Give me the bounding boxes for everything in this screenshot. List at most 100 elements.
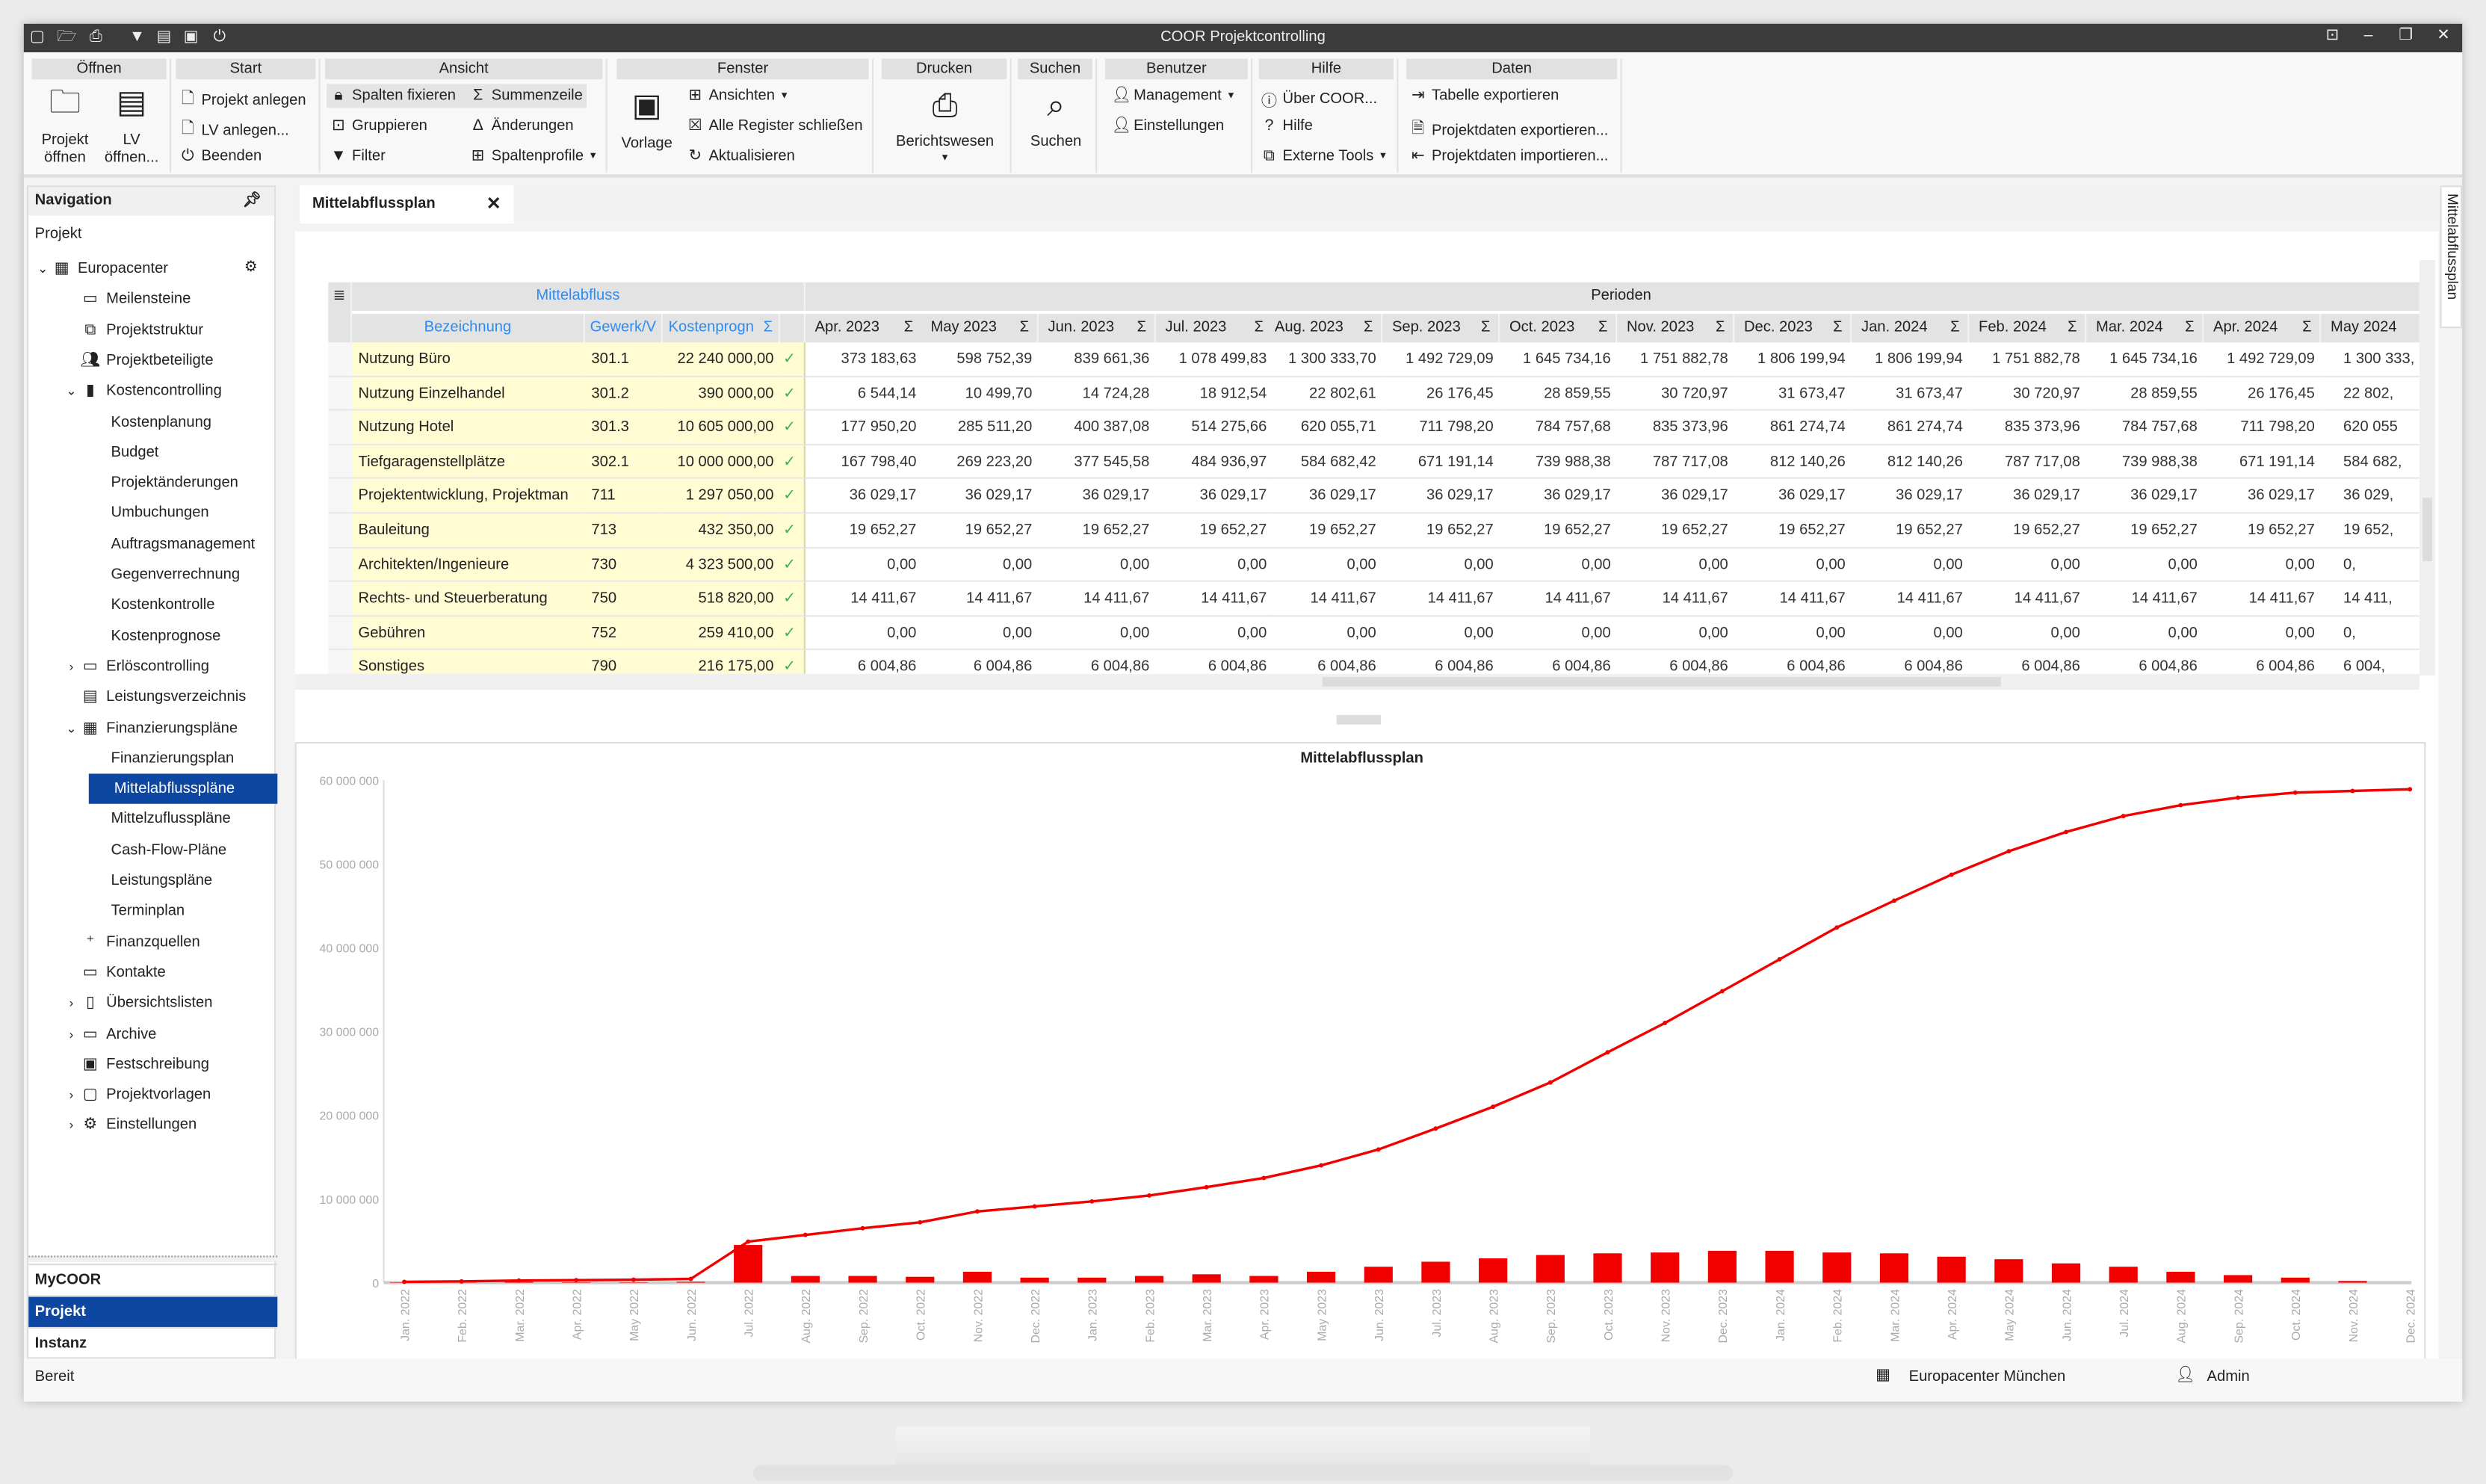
cell-bezeichnung[interactable]: Tiefgaragenstellplätze <box>352 445 585 480</box>
cell-period-value[interactable]: 0,00 <box>1852 548 1970 583</box>
cell-period-value[interactable]: 14 411,67 <box>1852 582 1970 616</box>
cell-period-value[interactable]: 177 950,20 <box>805 411 923 445</box>
cell-period-value[interactable]: 861 274,74 <box>1734 411 1852 445</box>
cell-period-value[interactable]: 14 411,67 <box>1500 582 1618 616</box>
cell-period-value[interactable]: 0,00 <box>1617 616 1735 651</box>
cell-kostenprognose[interactable]: 259 410,00 <box>662 616 780 651</box>
cell-period-value[interactable]: 598 752,39 <box>921 342 1039 377</box>
cell-period-value[interactable]: 14 411,67 <box>1617 582 1735 616</box>
cell-period-value[interactable]: 620 055 <box>2321 411 2419 445</box>
sigma-icon[interactable]: Σ <box>1020 314 1029 342</box>
cell-period-value[interactable]: 36 029,17 <box>805 480 923 514</box>
chevron-right-icon[interactable]: › <box>64 1110 79 1140</box>
chevron-right-icon[interactable]: › <box>64 1080 79 1110</box>
pin-icon[interactable]: 📌︎ <box>243 192 262 209</box>
cell-period-value[interactable]: 10 499,70 <box>921 377 1039 411</box>
cell-period-value[interactable]: 0,00 <box>1617 548 1735 583</box>
cell-period-value[interactable]: 36 029,17 <box>1038 480 1156 514</box>
berichtswesen-button[interactable]: ⎙ Berichtswesen ▼ <box>882 87 1009 168</box>
filter-button[interactable]: ▼ Filter <box>330 147 385 164</box>
cell-period-value[interactable]: 26 176,45 <box>1382 377 1500 411</box>
cell-kostenprognose[interactable]: 518 820,00 <box>662 582 780 616</box>
splitter-handle[interactable] <box>28 1255 278 1262</box>
cell-period-value[interactable]: 0,00 <box>1265 548 1383 583</box>
period-header[interactable]: Apr. 2024 Σ <box>2204 314 2322 343</box>
cell-period-value[interactable]: 400 387,08 <box>1038 411 1156 445</box>
chevron-right-icon[interactable]: › <box>64 652 79 681</box>
projekt-anlegen-button[interactable]: 🗋 Projekt anlegen <box>179 87 306 114</box>
nav-item-gegenverrechnung[interactable]: Gegenverrechnung <box>111 560 241 590</box>
period-header[interactable]: Dec. 2023 Σ <box>1734 314 1852 343</box>
cell-period-value[interactable]: 0,00 <box>921 616 1039 651</box>
cell-period-value[interactable]: 269 223,20 <box>921 445 1039 480</box>
cell-period-value[interactable]: 31 673,47 <box>1734 377 1852 411</box>
cell-bezeichnung[interactable]: Sonstiges <box>352 650 585 675</box>
cell-period-value[interactable]: 19 652,27 <box>1500 513 1618 548</box>
cell-bezeichnung[interactable]: Rechts- und Steuerberatung <box>352 582 585 616</box>
cell-period-value[interactable]: 30 720,97 <box>1617 377 1735 411</box>
cell-period-value[interactable]: 0,00 <box>1265 616 1383 651</box>
einstellungen-button[interactable]: 👤︎ Einstellungen <box>1111 117 1224 135</box>
hilfe-button[interactable]: ? Hilfe <box>1261 117 1313 135</box>
cell-period-value[interactable]: 0,00 <box>2204 616 2322 651</box>
nav-item-festschreibung[interactable]: ▣ Festschreibung <box>64 1049 209 1079</box>
cell-period-value[interactable]: 36 029,17 <box>1617 480 1735 514</box>
cell-period-value[interactable]: 19 652,27 <box>2086 513 2204 548</box>
close-tab-icon[interactable]: ✕ <box>486 194 501 214</box>
nav-item-leistungspläne[interactable]: Leistungspläne <box>111 866 213 896</box>
cell-period-value[interactable]: 14 411,67 <box>921 582 1039 616</box>
nav-item-projektvorlagen[interactable]: › ▢ Projektvorlagen <box>64 1080 211 1110</box>
nav-section-mycoor[interactable]: MyCOOR <box>28 1264 278 1295</box>
nav-item-finanzquellen[interactable]: ⁺ Finanzquellen <box>64 927 200 956</box>
alle-register-schliessen-button[interactable]: ☒ Alle Register schließen <box>687 117 863 135</box>
projekt-oeffnen-button[interactable]: 🗀 Projekt öffnen <box>35 84 96 167</box>
sigma-icon[interactable]: Σ <box>1598 314 1607 342</box>
cell-period-value[interactable]: 1 078 499,83 <box>1155 342 1273 377</box>
cell-period-value[interactable]: 711 798,20 <box>2204 411 2322 445</box>
nav-item-auftragsmanagement[interactable]: Auftragsmanagement <box>111 529 256 559</box>
cell-gewerk[interactable]: 790 <box>584 650 663 675</box>
cell-period-value[interactable]: 0,00 <box>1500 616 1618 651</box>
lv-anlegen-button[interactable]: 🗋 LV anlegen... <box>179 117 289 144</box>
cell-period-value[interactable]: 28 859,55 <box>2086 377 2204 411</box>
cell-period-value[interactable]: 14 411,67 <box>1265 582 1383 616</box>
spaltenprofile-dropdown[interactable]: ⊞ Spaltenprofile ▼ <box>469 147 598 164</box>
nav-item-europacenter[interactable]: ⌄ ▦ Europacenter <box>35 253 168 283</box>
cell-period-value[interactable]: 1 300 333,70 <box>1265 342 1383 377</box>
row-selector[interactable] <box>328 445 353 480</box>
cell-period-value[interactable]: 28 859,55 <box>1500 377 1618 411</box>
lv-oeffnen-button[interactable]: ▤ LV öffnen... <box>102 84 162 167</box>
chevron-down-icon[interactable]: ⌄ <box>35 253 51 283</box>
cell-period-value[interactable]: 19 652,27 <box>1852 513 1970 548</box>
column-header[interactable]: Kostenprogn Σ <box>662 314 780 343</box>
scrollbar-thumb[interactable] <box>1322 677 2001 687</box>
cell-period-value[interactable]: 14 411,67 <box>1155 582 1273 616</box>
cell-period-value[interactable]: 19 652,27 <box>1969 513 2087 548</box>
panel-splitter[interactable] <box>1336 714 1382 725</box>
sigma-icon[interactable]: Σ <box>764 318 773 336</box>
cell-gewerk[interactable]: 301.1 <box>584 342 663 377</box>
cell-period-value[interactable]: 14 411, <box>2321 582 2419 616</box>
nav-item-projektstruktur[interactable]: ⧉ Projektstruktur <box>64 315 203 344</box>
nav-item-erlöscontrolling[interactable]: › ▭ Erlöscontrolling <box>64 652 209 681</box>
chevron-right-icon[interactable]: › <box>64 988 79 1018</box>
cell-period-value[interactable]: 0,00 <box>1382 616 1500 651</box>
cell-period-value[interactable]: 584 682,42 <box>1265 445 1383 480</box>
close-icon[interactable]: ✕ <box>2437 27 2450 44</box>
nav-item-kostenplanung[interactable]: Kostenplanung <box>111 406 212 436</box>
cell-period-value[interactable]: 0,00 <box>1155 548 1273 583</box>
cell-period-value[interactable]: 0,00 <box>1969 548 2087 583</box>
side-tab-mittelabflussplan[interactable]: Mittelabflussplan <box>2440 185 2463 329</box>
period-header[interactable]: May 2024 <box>2321 314 2419 343</box>
nav-item-kostenprognose[interactable]: Kostenprognose <box>111 621 221 651</box>
cell-period-value[interactable]: 19 652,27 <box>1617 513 1735 548</box>
cell-period-value[interactable]: 0, <box>2321 548 2419 583</box>
cell-period-value[interactable]: 36 029,17 <box>1969 480 2087 514</box>
cell-period-value[interactable]: 6 004,86 <box>1617 651 1734 675</box>
cell-period-value[interactable]: 6 004, <box>2321 651 2419 675</box>
aktualisieren-button[interactable]: ↻ Aktualisieren <box>687 147 794 164</box>
cell-period-value[interactable]: 167 798,40 <box>805 445 923 480</box>
cell-period-value[interactable]: 620 055,71 <box>1265 411 1383 445</box>
cell-period-value[interactable]: 6 004,86 <box>921 651 1039 675</box>
cell-period-value[interactable]: 14 411,67 <box>2086 582 2204 616</box>
